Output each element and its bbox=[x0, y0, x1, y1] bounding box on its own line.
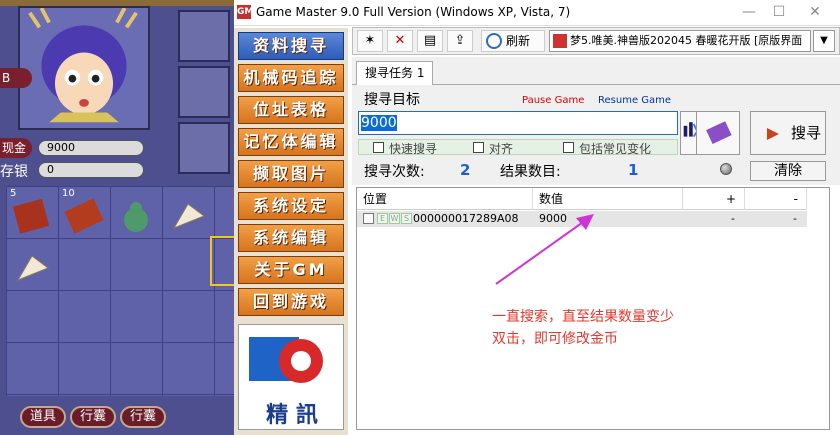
menu-back-to-game[interactable]: 回到游戏 bbox=[238, 288, 344, 316]
menu-memory-edit[interactable]: 记忆体编辑 bbox=[238, 128, 344, 156]
scroll-item-icon[interactable] bbox=[64, 196, 104, 236]
function-menu: 资料搜寻 机械码追踪 位址表格 记忆体编辑 撷取图片 系统设定 系统编辑 关于G… bbox=[234, 28, 348, 435]
row-flag-e: E bbox=[377, 213, 388, 224]
status-indicator bbox=[720, 163, 732, 175]
process-icon bbox=[553, 34, 567, 48]
common-changes-checkbox[interactable] bbox=[563, 142, 574, 153]
search-value-input[interactable]: 9000 bbox=[358, 111, 678, 135]
equipment-slot-2[interactable] bbox=[178, 66, 230, 118]
new-task-icon[interactable]: ✶ bbox=[357, 30, 383, 52]
minimize-button[interactable]: — bbox=[734, 3, 764, 23]
menu-code-trace[interactable]: 机械码追踪 bbox=[238, 64, 344, 92]
selected-slot-highlight bbox=[210, 236, 234, 286]
window-title: Game Master 9.0 Full Version (Windows XP… bbox=[256, 5, 571, 19]
row-flag-s: S bbox=[401, 213, 412, 224]
publisher-logo: 精 訊 bbox=[238, 324, 344, 430]
refresh-label: 刷新 bbox=[506, 34, 531, 48]
open-file-icon[interactable]: ▤ bbox=[417, 30, 443, 52]
maximize-button[interactable]: ☐ bbox=[764, 3, 794, 23]
toolbar: ✶ ✕ ▤ ⇪ 刷新 梦5.唯美.神兽版202045 春暖花开版 [原版界面 ▼ bbox=[352, 27, 840, 55]
menu-system-edit[interactable]: 系统编辑 bbox=[238, 224, 344, 252]
result-count-label: 结果数目: bbox=[500, 164, 561, 180]
align-label: 对齐 bbox=[489, 142, 514, 156]
silver-label: 存银 bbox=[0, 164, 28, 180]
align-checkbox[interactable] bbox=[473, 142, 484, 153]
side-tag: B bbox=[0, 68, 32, 88]
fan-item-icon[interactable] bbox=[12, 248, 52, 288]
annotation-arrow bbox=[495, 214, 594, 285]
row-minus[interactable]: - bbox=[793, 211, 797, 227]
common-changes-label: 包括常见变化 bbox=[579, 142, 652, 156]
fan-item-icon[interactable] bbox=[168, 196, 208, 236]
target-process-select[interactable]: 梦5.唯美.神兽版202045 春暖花开版 [原版界面 bbox=[549, 30, 811, 52]
results-header: 位置 数值 + - bbox=[357, 188, 807, 210]
search-button[interactable]: 搜寻 bbox=[750, 111, 826, 155]
search-button-label: 搜寻 bbox=[791, 124, 822, 142]
clear-button[interactable]: 清除 bbox=[750, 161, 826, 181]
close-button[interactable]: ✕ bbox=[800, 3, 830, 23]
resume-game-link[interactable]: Resume Game bbox=[598, 95, 671, 106]
gold-label: 现金 bbox=[0, 138, 32, 158]
menu-system-settings[interactable]: 系统设定 bbox=[238, 192, 344, 220]
menu-data-search[interactable]: 资料搜寻 bbox=[238, 32, 344, 60]
bag-button-2[interactable]: 行囊 bbox=[120, 406, 166, 428]
refresh-icon bbox=[486, 33, 502, 49]
annotation-line-2: 双击，即可修改金币 bbox=[492, 331, 618, 347]
chevron-down-icon[interactable]: ▼ bbox=[813, 30, 835, 52]
column-plus[interactable]: + bbox=[683, 188, 745, 210]
search-options-row: 快速搜寻 对齐 包括常见变化 bbox=[358, 139, 678, 156]
tab-search-task-1[interactable]: 搜寻任务 1 bbox=[356, 61, 434, 85]
menu-address-table[interactable]: 位址表格 bbox=[238, 96, 344, 124]
title-bar: GM Game Master 9.0 Full Version (Windows… bbox=[234, 0, 840, 26]
annotation-line-1: 一直搜索，直至结果数量变少 bbox=[492, 309, 674, 325]
column-address[interactable]: 位置 bbox=[357, 188, 533, 210]
fast-search-checkbox[interactable] bbox=[373, 142, 384, 153]
search-value-text: 9000 bbox=[361, 115, 397, 131]
refresh-button[interactable]: 刷新 bbox=[481, 30, 545, 52]
character-portrait bbox=[18, 6, 150, 130]
search-options-icon[interactable] bbox=[696, 111, 740, 155]
equipment-slot-3[interactable] bbox=[178, 122, 230, 174]
gold-value: 9000 bbox=[38, 140, 144, 156]
search-target-label: 搜寻目标 bbox=[364, 92, 420, 108]
pause-game-link[interactable]: Pause Game bbox=[522, 95, 584, 106]
character-portrait-art bbox=[20, 7, 148, 128]
delete-task-icon[interactable]: ✕ bbox=[387, 30, 413, 52]
search-panel: 搜寻目标 Pause Game Resume Game 9000 快速搜寻 对齐… bbox=[352, 85, 840, 185]
items-button[interactable]: 道具 bbox=[20, 406, 66, 428]
target-process-name: 梦5.唯美.神兽版202045 春暖花开版 [原版界面 bbox=[570, 34, 803, 47]
fast-search-label: 快速搜寻 bbox=[389, 142, 438, 156]
game-window: B 现金 9000 存银 0 5 10 道具 行囊 行囊 bbox=[0, 0, 234, 435]
menu-capture-image[interactable]: 撷取图片 bbox=[238, 160, 344, 188]
search-count-label: 搜寻次数: bbox=[364, 164, 425, 180]
search-options-icon-art bbox=[706, 121, 732, 144]
column-minus[interactable]: - bbox=[745, 188, 807, 210]
gourd-item-icon[interactable] bbox=[116, 196, 156, 236]
row-checkbox[interactable] bbox=[363, 213, 374, 224]
app-icon: GM bbox=[237, 5, 254, 19]
equipment-slot-1[interactable] bbox=[178, 10, 230, 62]
result-count-value: 1 bbox=[628, 161, 639, 179]
publisher-logo-text: 精 訊 bbox=[266, 403, 318, 428]
play-icon bbox=[767, 128, 779, 140]
book-item-icon[interactable] bbox=[12, 196, 52, 236]
search-count-value: 2 bbox=[460, 161, 471, 179]
row-plus[interactable]: - bbox=[731, 211, 735, 227]
menu-about[interactable]: 关于GM bbox=[238, 256, 344, 284]
row-flag-w: W bbox=[389, 213, 400, 224]
bag-button[interactable]: 行囊 bbox=[70, 406, 116, 428]
column-value[interactable]: 数值 bbox=[533, 188, 683, 210]
task-tabs: 搜寻任务 1 bbox=[352, 57, 840, 85]
save-file-icon[interactable]: ⇪ bbox=[447, 30, 473, 52]
silver-value: 0 bbox=[38, 162, 144, 178]
